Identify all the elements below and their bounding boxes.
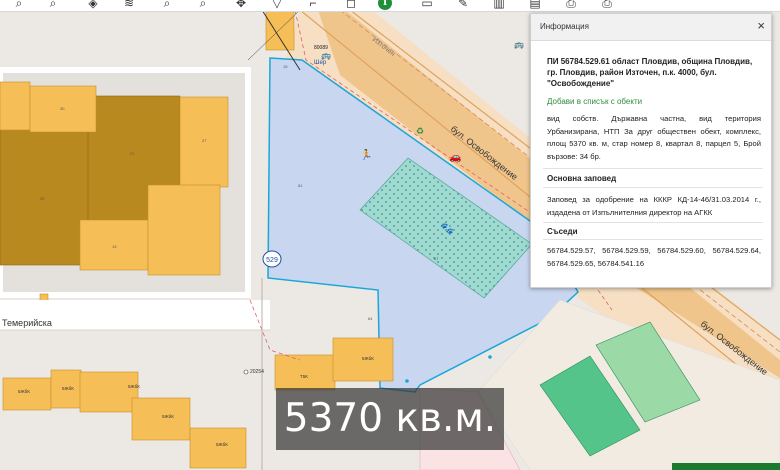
order-text: Заповед за одобрение на КККР КД-14-46/31… [547,195,761,217]
runner-icon: 🏃 [360,148,372,161]
building-a [0,81,31,131]
parcel-number: 27 [202,138,207,143]
add-to-list-link[interactable]: Добави в списък с обекти [547,97,642,106]
car-icon: 🚗 [449,152,461,163]
divider [543,187,763,188]
close-icon[interactable]: × [757,19,765,33]
parcel-number: 61 [298,183,303,188]
search-icon[interactable]: ⌕ [160,0,174,10]
bus-stop-icon-2: 🚌 [514,40,524,49]
zoom-out-icon[interactable]: ⌕ [46,0,60,10]
map-point [405,379,409,383]
neighbors-text: 56784.529.57, 56784.529.59, 56784.529.60… [547,246,761,268]
building-label: 5ЖбК [62,386,74,391]
corner-tab [672,463,780,470]
parcel-heading: ПИ 56784.529.61 област Пловдив, община П… [547,57,753,88]
quarter-badge-label: 529 [266,257,278,264]
parcel-number: 30 [60,106,65,111]
area-label: 5370 кв.м. [276,388,504,450]
building-j [189,427,247,469]
building-small-top [265,9,295,51]
parcel-number: 13 [112,244,117,249]
edit-icon[interactable]: ✎ [456,0,470,10]
address-number: 20254 [250,369,264,375]
parcel-number: 27 [130,151,135,156]
building-i [131,397,191,441]
info-icon[interactable]: i [378,0,392,10]
order-section-title: Основна заповед [547,174,617,183]
neighbors-section-title: Съседи [547,227,578,236]
building-label: 5ЖбК [216,442,228,447]
print-alt-icon[interactable]: ⎙ [600,0,614,10]
measure-icon[interactable]: ◻ [344,0,358,10]
parcel-number: 64 [368,316,373,321]
search-alt-icon[interactable]: ⌕ [196,0,210,10]
parcel-description: вид собств. Държавна частна, вид територ… [547,114,761,161]
zoom-in-icon[interactable]: ⌕ [12,0,26,10]
layers-icon[interactable]: ◈ [86,0,100,10]
ruler-icon[interactable]: ▭ [420,0,434,10]
building-h [79,371,139,413]
parcel-number: 67 [434,256,439,261]
crop-icon[interactable]: ⌐ [306,0,320,10]
info-panel-title: Информация [540,22,589,31]
building-label: 5ЖбК [18,389,30,394]
building-dark-1 [0,126,93,266]
street-label-left: Темерийска [2,318,52,328]
paw-icon: 🐾 [440,223,454,235]
building-k [274,354,336,391]
pan-icon[interactable]: ✥ [234,0,248,10]
divider [543,239,763,240]
divider [543,222,763,223]
parcel-number: 29 [40,196,45,201]
marker-icon[interactable]: ▽ [270,0,284,10]
bus-stop-icon: 🚌 [321,51,331,60]
building-label: Т5К [300,374,308,379]
info-panel-header: Информация × [531,14,771,41]
document-icon[interactable]: ▤ [528,0,542,10]
building-e [147,184,221,276]
building-label: 5ЖбК [128,384,140,389]
building-label: 5ЖбК [162,414,174,419]
building-label: 5ЖбК [362,356,374,361]
divider [543,168,763,169]
book-icon[interactable]: ▥ [492,0,506,10]
map-point [488,355,492,359]
building-f [2,377,52,411]
layers-stack-icon[interactable]: ≋ [122,0,136,10]
recycle-icon: ♻ [416,126,424,136]
parcel-number: 19 [283,64,288,69]
print-icon[interactable]: ⎙ [564,0,578,10]
map-point [243,369,249,375]
info-panel: Информация × ПИ 56784.529.61 област Плов… [530,13,772,288]
map-toolbar: ⌕ ⌕ ◈ ≋ ⌕ ⌕ ✥ ▽ ⌐ ◻ i ▭ ✎ ▥ ▤ ⎙ ⎙ [0,0,780,12]
bus-stop-label: Шер [314,60,327,66]
